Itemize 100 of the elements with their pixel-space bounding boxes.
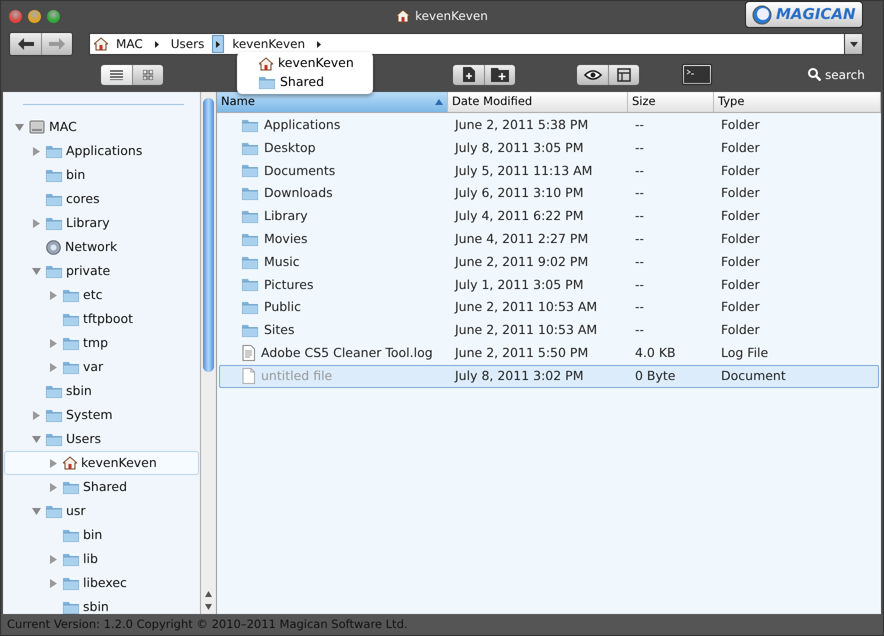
scrollbar[interactable] xyxy=(201,92,217,614)
preview-button[interactable] xyxy=(577,64,608,84)
file-row[interactable]: Public June 2, 2011 10:53 AM -- Folder xyxy=(219,296,879,320)
disclosure-button[interactable] xyxy=(47,458,59,468)
file-row[interactable]: Movies June 4, 2011 2:27 PM -- Folder xyxy=(219,228,879,251)
date-cell-text: July 1, 2011 3:05 PM xyxy=(453,276,585,294)
folder-icon xyxy=(46,144,62,158)
chevron-icon xyxy=(154,40,159,48)
tree-item[interactable]: Library xyxy=(4,211,199,235)
column-header[interactable]: Size xyxy=(628,92,714,112)
folder-icon xyxy=(242,118,258,132)
new-file-button[interactable] xyxy=(453,64,484,84)
tree-item[interactable]: Applications xyxy=(4,139,199,163)
tree-item[interactable]: kevenKeven xyxy=(4,451,199,475)
collapsed-triangle-icon xyxy=(48,290,58,300)
close-button[interactable] xyxy=(9,10,22,22)
file-row[interactable]: Documents July 5, 2011 11:13 AM -- Folder xyxy=(219,160,879,182)
file-row[interactable]: Downloads July 6, 2011 3:10 PM -- Folder xyxy=(219,182,879,206)
path-separator-button[interactable] xyxy=(212,35,224,53)
disclosure-button[interactable] xyxy=(30,266,42,276)
column-header[interactable]: Name xyxy=(217,92,448,112)
file-row[interactable]: Adobe CS5 Cleaner Tool.log June 2, 2011 5:50 PM 4.0 KB Log File xyxy=(219,342,879,365)
tree-item[interactable]: var xyxy=(4,355,199,379)
column-header[interactable]: Date Modified xyxy=(448,92,628,112)
menu-item[interactable]: kevenKeven xyxy=(237,54,373,73)
tree-item[interactable]: Shared xyxy=(4,475,199,499)
column-header[interactable]: Type xyxy=(714,92,881,112)
disclosure-button[interactable] xyxy=(30,506,42,516)
file-row[interactable]: untitled file July 8, 2011 3:02 PM 0 Byte Document xyxy=(219,364,879,388)
new-folder-button[interactable] xyxy=(484,64,515,84)
tree-item[interactable]: Users xyxy=(4,427,199,451)
drive-icon xyxy=(29,120,45,134)
disclosure-button[interactable] xyxy=(47,290,59,300)
tree-item[interactable]: System xyxy=(4,403,199,427)
file-row[interactable]: Music June 2, 2011 9:02 PM -- Folder xyxy=(219,250,879,274)
date-cell-text: June 2, 2011 5:38 PM xyxy=(453,116,590,134)
type-cell-text: Document xyxy=(720,366,787,385)
disclosure-button[interactable] xyxy=(47,482,59,492)
layout-button[interactable] xyxy=(608,64,639,84)
disclosure-button[interactable] xyxy=(30,146,42,156)
folder-icon xyxy=(242,232,258,246)
file-row[interactable]: Pictures July 1, 2011 3:05 PM -- Folder xyxy=(219,274,879,296)
disclosure-button[interactable] xyxy=(47,578,59,588)
back-button[interactable] xyxy=(10,33,41,55)
new-file-icon xyxy=(462,67,474,82)
collapsed-triangle-icon xyxy=(48,578,58,588)
file-name: Public xyxy=(264,298,301,316)
tree-item[interactable]: sbin xyxy=(4,595,199,614)
file-name: Music xyxy=(264,252,300,271)
disclosure-button[interactable] xyxy=(30,218,42,228)
tree-item[interactable]: MAC xyxy=(4,115,199,139)
disclosure-button[interactable] xyxy=(30,410,42,420)
disclosure-button[interactable] xyxy=(47,554,59,564)
folder-icon xyxy=(259,76,275,89)
logo-button[interactable]: MAGICAN xyxy=(745,1,863,28)
dropdown-button[interactable] xyxy=(844,33,863,55)
file-row[interactable]: Desktop July 8, 2011 3:05 PM -- Folder xyxy=(219,136,879,160)
minimize-button[interactable] xyxy=(28,10,41,22)
folder-icon xyxy=(242,142,258,155)
folder-icon xyxy=(46,168,62,182)
menu-item[interactable]: Shared xyxy=(237,73,373,92)
file-row[interactable]: Sites June 2, 2011 10:53 AM -- Folder xyxy=(219,319,879,342)
view-mode-button[interactable] xyxy=(132,64,163,84)
tree-item[interactable]: bin xyxy=(4,163,199,187)
tree-item[interactable]: libexec xyxy=(4,571,199,595)
disclosure-button[interactable] xyxy=(30,434,42,444)
tree-item[interactable]: Network xyxy=(4,235,199,259)
size-cell-text: -- xyxy=(634,138,646,157)
tree-item[interactable]: private xyxy=(4,259,199,283)
tree-item[interactable]: cores xyxy=(4,187,199,211)
folder-icon xyxy=(242,256,258,269)
path-crumb[interactable]: kevenKeven xyxy=(232,35,306,53)
search-button[interactable]: search xyxy=(802,64,871,84)
path-crumb[interactable]: MAC xyxy=(116,35,143,53)
grid-view-icon xyxy=(143,70,153,80)
size-cell-text: -- xyxy=(634,321,646,340)
tree-item[interactable]: tmp xyxy=(4,331,199,355)
folder-icon xyxy=(63,312,79,326)
folder-icon xyxy=(46,432,62,446)
tree-item[interactable]: lib xyxy=(4,547,199,571)
file-row[interactable]: Applications June 2, 2011 5:38 PM -- Folder xyxy=(219,114,879,137)
file-row[interactable]: Library July 4, 2011 6:22 PM -- Folder xyxy=(219,205,879,228)
zoom-button[interactable] xyxy=(47,10,60,22)
disclosure-button[interactable] xyxy=(13,122,25,132)
path-field[interactable]: MAC Users kevenKeven xyxy=(89,33,863,55)
view-mode-button[interactable] xyxy=(101,64,132,84)
tree-item[interactable]: tftpboot xyxy=(4,307,199,331)
terminal-button[interactable] xyxy=(682,64,712,85)
file-name: Desktop xyxy=(264,138,316,157)
date-cell-text: July 8, 2011 3:02 PM xyxy=(453,366,585,385)
disclosure-button[interactable] xyxy=(47,362,59,372)
tree-item[interactable]: usr xyxy=(4,499,199,523)
tree-item[interactable]: bin xyxy=(4,523,199,547)
path-crumb[interactable]: Users xyxy=(170,35,204,53)
collapsed-triangle-icon xyxy=(32,218,40,228)
tree-item[interactable]: sbin xyxy=(4,379,199,403)
type-cell-text: Folder xyxy=(720,276,761,294)
tree-item[interactable]: etc xyxy=(4,283,199,307)
folder-icon xyxy=(242,210,258,224)
disclosure-button[interactable] xyxy=(47,338,59,348)
